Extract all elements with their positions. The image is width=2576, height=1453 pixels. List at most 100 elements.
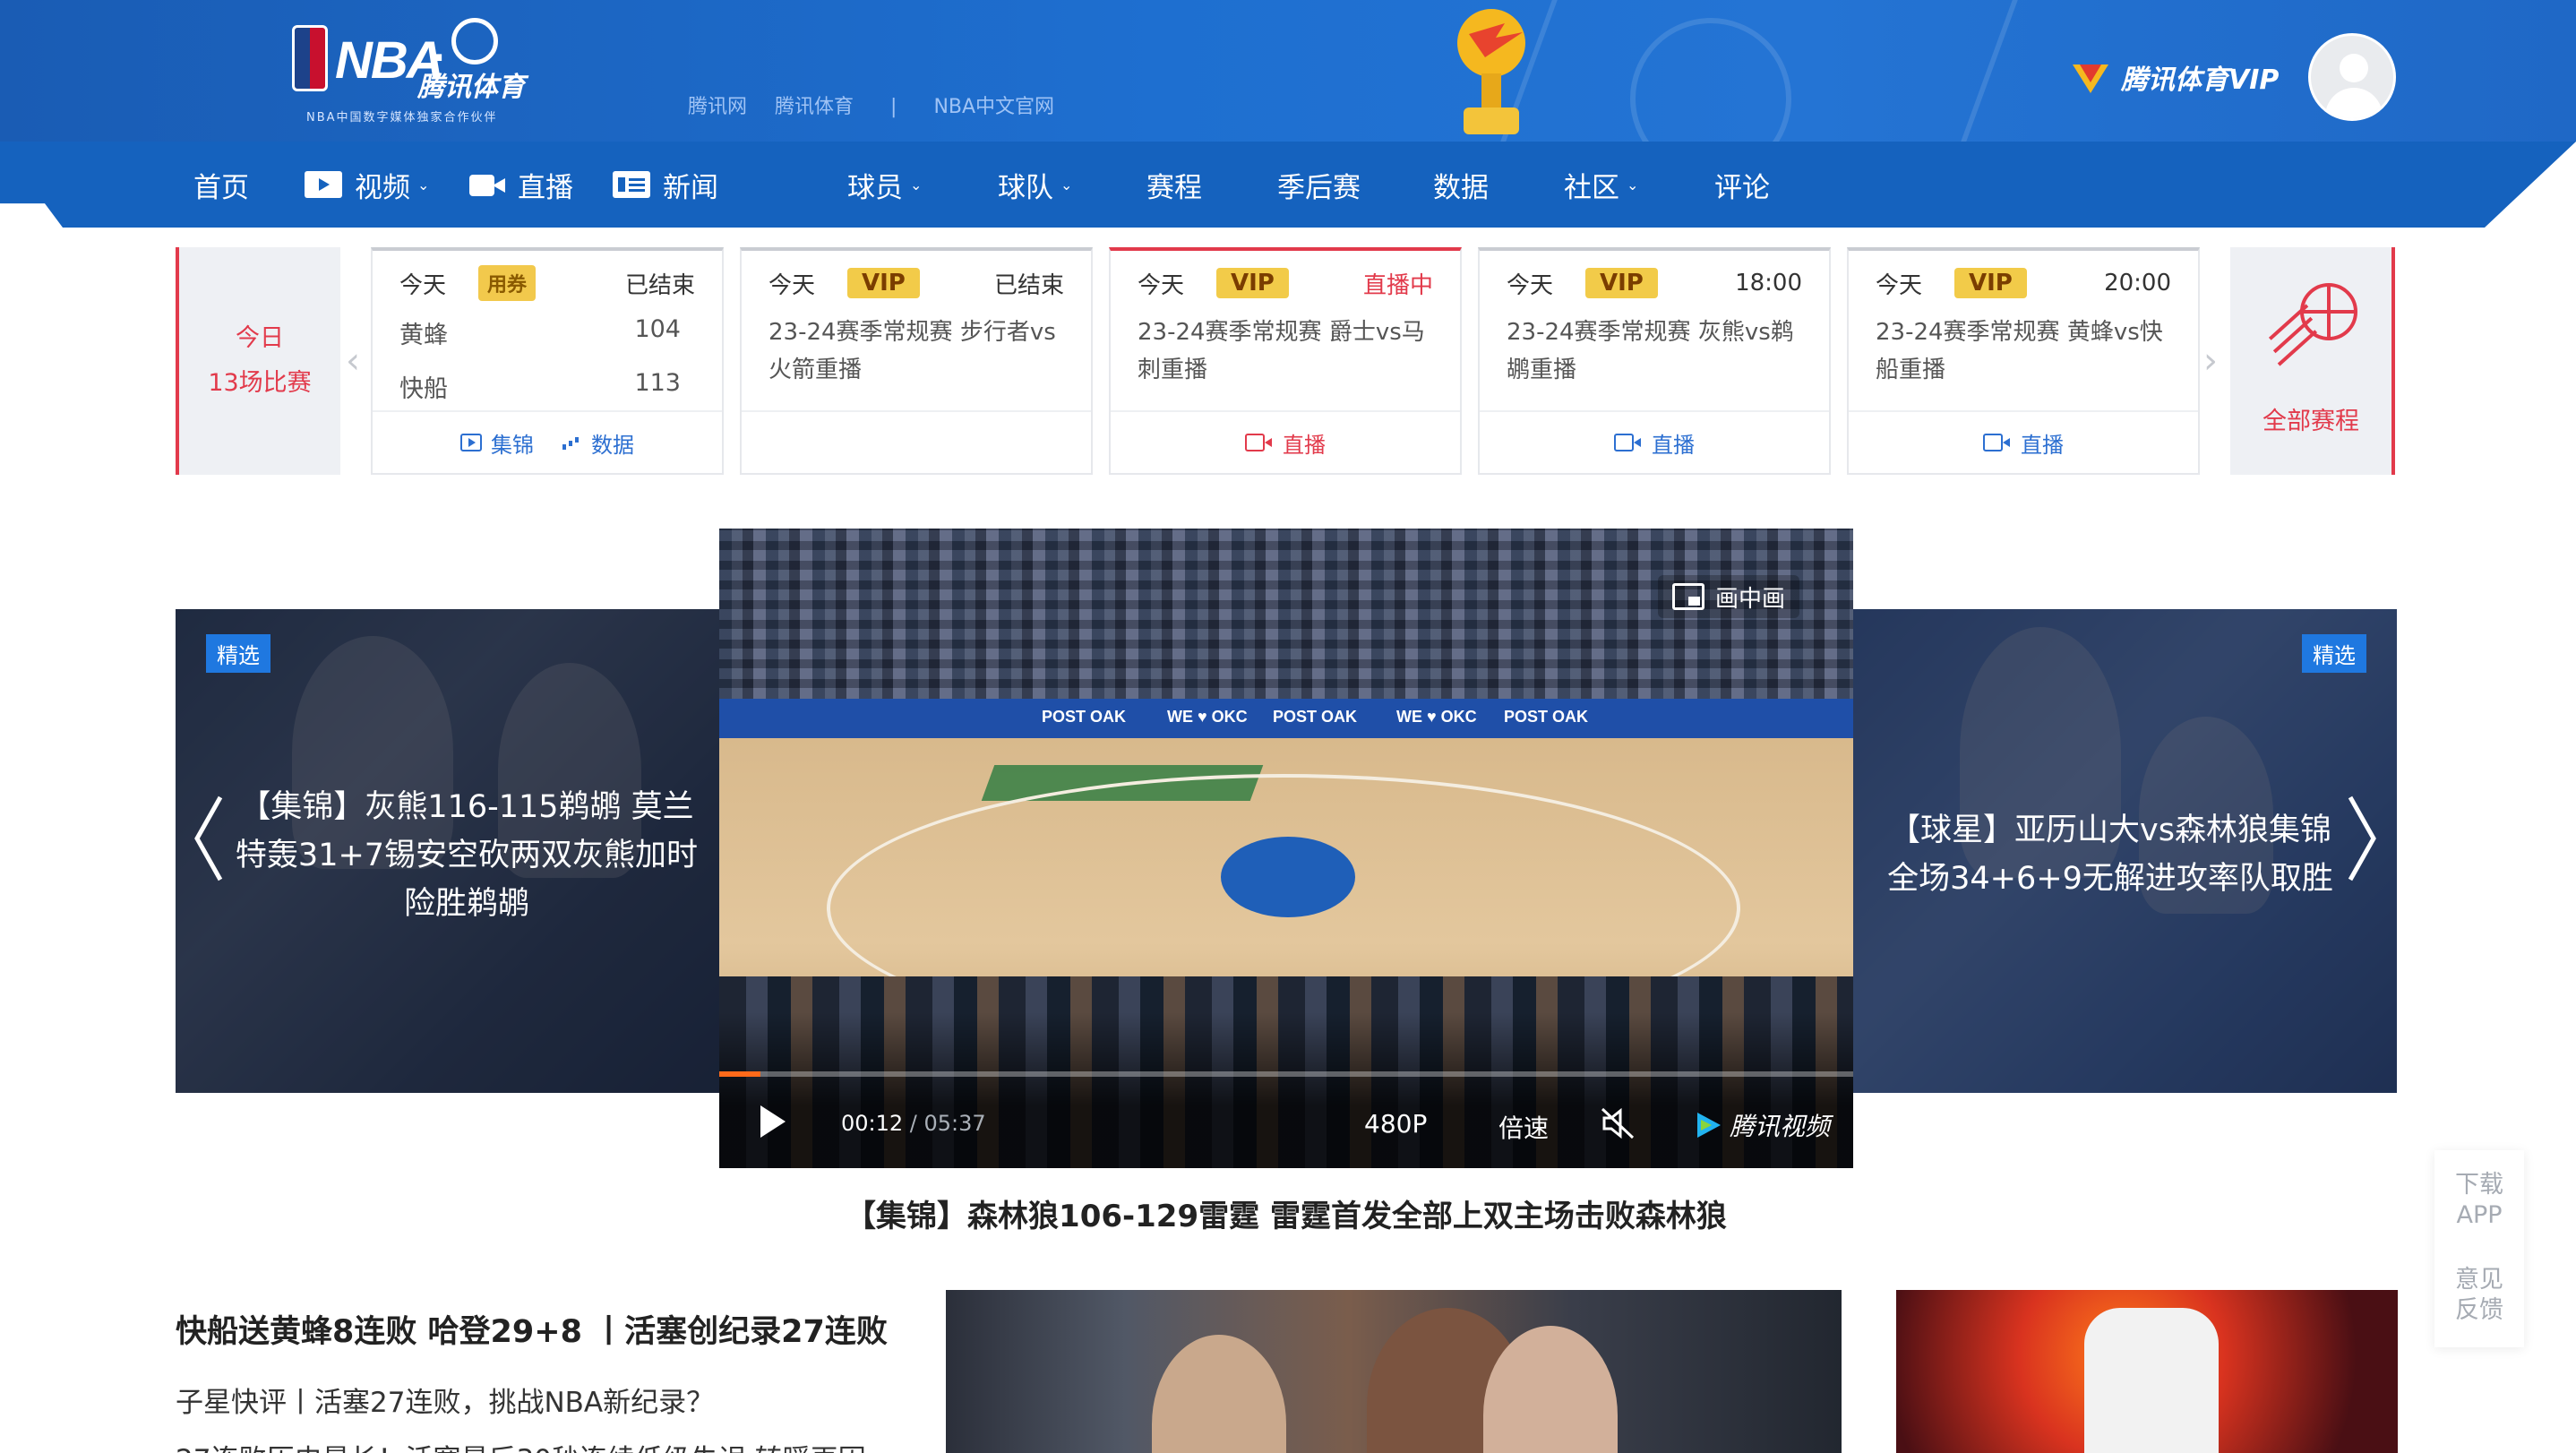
- play-icon[interactable]: [760, 1105, 786, 1138]
- schedule-next-arrow-icon[interactable]: ›: [2203, 340, 2218, 382]
- side-float-widget: 下载 APP 意见 反馈: [2434, 1150, 2524, 1347]
- camera-icon: [469, 171, 505, 198]
- vip-badge: VIP: [1216, 268, 1289, 298]
- nav-item-players[interactable]: 球员 ⌄: [847, 165, 922, 204]
- game-card-footer: [742, 410, 1091, 473]
- game-card[interactable]: 今天 VIP 18:00 23-24赛季常规赛 灰熊vs鹈鹕重播 直播: [1478, 247, 1831, 475]
- game-day: 今天: [399, 271, 447, 299]
- game-day: 今天: [1876, 271, 1923, 299]
- featured-tag: 精选: [206, 634, 270, 673]
- game-card[interactable]: 今天 VIP 已结束 23-24赛季常规赛 步行者vs火箭重播: [740, 247, 1093, 475]
- video-player[interactable]: POST OAK WE ♥ OKC POST OAK WE ♥ OKC POST…: [719, 529, 1853, 1168]
- download-label: APP: [2456, 1201, 2503, 1229]
- nav-label: 数据: [1433, 171, 1489, 204]
- time-separator: /: [903, 1111, 924, 1136]
- game-status: 直播中: [1362, 271, 1433, 299]
- vip-badge: VIP: [1954, 268, 2027, 298]
- nav-item-live[interactable]: 直播: [469, 165, 573, 204]
- tencent-sports-icon: [451, 18, 498, 64]
- video-progress-bar[interactable]: [719, 1071, 1853, 1077]
- nav-label: 季后赛: [1277, 171, 1361, 204]
- carousel-slide-left[interactable]: 精选 【集锦】灰熊116-115鹈鹕 莫兰特轰31+7锡安空砍两双灰熊加时险胜鹈…: [176, 609, 720, 1093]
- nav-item-home[interactable]: 首页: [193, 165, 249, 204]
- stats-link[interactable]: 数据: [591, 427, 634, 459]
- nav-item-comments[interactable]: 评论: [1714, 165, 1770, 204]
- game-card-header: 今天 VIP 已结束: [769, 263, 1064, 303]
- tournament-thumbnail[interactable]: [1896, 1290, 2398, 1453]
- nav-item-news[interactable]: 新闻: [613, 165, 718, 204]
- today-label: 今日: [236, 324, 284, 352]
- picture-in-picture-button[interactable]: 画中画: [1658, 575, 1800, 618]
- game-title: 23-24赛季常规赛 步行者vs火箭重播: [769, 319, 1056, 383]
- live-camera-icon: [1245, 434, 1272, 451]
- link-nba-china[interactable]: NBA中文官网: [933, 96, 1054, 118]
- team-score: 104: [634, 315, 681, 343]
- feedback-label: 意见: [2455, 1266, 2503, 1294]
- game-card[interactable]: 今天 VIP 20:00 23-24赛季常规赛 黄蜂vs快船重播 直播: [1847, 247, 2200, 475]
- live-link[interactable]: 直播: [1283, 427, 1326, 459]
- game-time: 18:00: [1735, 270, 1802, 297]
- nav-label: 赛程: [1146, 171, 1202, 204]
- game-card[interactable]: 今天 用券 已结束 黄蜂 104 快船 113 集锦 数据: [371, 247, 724, 475]
- trophy-icon: [1457, 9, 1525, 134]
- ad-text: POST OAK: [1504, 708, 1589, 726]
- nav-item-community[interactable]: 社区 ⌄: [1564, 165, 1638, 204]
- header-banner: NBA · 腾讯体育 NBA中国数字媒体独家合作伙伴 腾讯网 腾讯体育 | NB…: [0, 0, 2576, 142]
- highlights-icon: [460, 434, 482, 451]
- highlights-link[interactable]: 集锦: [491, 427, 534, 459]
- link-tencent-sports[interactable]: 腾讯体育: [775, 96, 854, 118]
- jersey-graphic: [2084, 1308, 2219, 1453]
- nav-item-stats[interactable]: 数据: [1433, 165, 1489, 204]
- news-headline[interactable]: 快船送黄蜂8连败 哈登29+8 丨活塞创纪录27连败: [176, 1306, 888, 1352]
- schedule-prev-arrow-icon[interactable]: ‹: [346, 340, 360, 382]
- nav-label: 新闻: [663, 171, 718, 204]
- ad-text: POST OAK: [1273, 708, 1358, 726]
- mute-icon[interactable]: [1601, 1107, 1636, 1139]
- all-schedule-label: 全部赛程: [2263, 408, 2359, 435]
- video-caption[interactable]: 【集锦】森林狼106-129雷霆 雷霆首发全部上双主场击败森林狼: [719, 1191, 1853, 1235]
- carousel-next-icon[interactable]: [2343, 794, 2379, 883]
- nav-item-schedule[interactable]: 赛程: [1146, 165, 1202, 204]
- stats-icon: [561, 434, 582, 451]
- video-progress-fill: [719, 1071, 760, 1077]
- tencent-sports-text: 腾讯体育: [417, 72, 525, 103]
- all-schedule-button[interactable]: 全部赛程: [2230, 247, 2395, 475]
- feedback-label: 反馈: [2455, 1296, 2503, 1324]
- featured-tag: 精选: [2302, 634, 2366, 673]
- resolution-button[interactable]: 480P: [1364, 1109, 1427, 1139]
- nav-label: 球员: [847, 171, 903, 204]
- game-card[interactable]: 今天 VIP 直播中 23-24赛季常规赛 爵士vs马刺重播 直播: [1109, 247, 1462, 475]
- ad-text: WE ♥ OKC: [1396, 708, 1477, 726]
- feedback-button[interactable]: 意见 反馈: [2434, 1265, 2524, 1326]
- carousel-prev-icon[interactable]: [192, 794, 228, 883]
- nav-item-teams[interactable]: 球队 ⌄: [998, 165, 1072, 204]
- game-status: 已结束: [624, 271, 695, 299]
- live-link[interactable]: 直播: [2021, 427, 2064, 459]
- live-link[interactable]: 直播: [1652, 427, 1695, 459]
- download-app-button[interactable]: 下载 APP: [2434, 1170, 2524, 1231]
- today-games-summary[interactable]: 今日 13场比赛: [176, 247, 340, 475]
- total-time: 05:37: [923, 1111, 986, 1136]
- speed-button[interactable]: 倍速: [1498, 1109, 1549, 1145]
- download-label: 下载: [2455, 1171, 2503, 1199]
- user-avatar[interactable]: [2308, 33, 2396, 121]
- news-item[interactable]: 27连败历史最长！活塞最后30秒连续低级失误 转瞬再因: [176, 1437, 866, 1453]
- nav-label: 评论: [1714, 171, 1770, 204]
- news-thumbnail[interactable]: [946, 1290, 1842, 1453]
- news-item[interactable]: 子星快评丨活塞27连败，挑战NBA新纪录？: [176, 1380, 714, 1420]
- vip-badge: VIP: [1585, 268, 1658, 298]
- live-camera-icon: [1983, 434, 2010, 451]
- game-card-header: 今天 VIP 20:00: [1876, 263, 2171, 303]
- tencent-video-brand[interactable]: 腾讯视频: [1694, 1107, 1830, 1143]
- top-links: 腾讯网 腾讯体育 | NBA中文官网: [688, 90, 1076, 119]
- carousel-slide-right[interactable]: 精选 【球星】亚历山大vs森林狼集锦 全场34+6+9无解进攻率队取胜: [1852, 609, 2397, 1093]
- game-card-header: 今天 用券 已结束: [399, 263, 695, 303]
- nav-item-playoffs[interactable]: 季后赛: [1277, 165, 1361, 204]
- team-name: 快船: [399, 375, 448, 403]
- site-logo[interactable]: NBA · 腾讯体育 NBA中国数字媒体独家合作伙伴: [292, 18, 525, 129]
- tencent-video-label: 腾讯视频: [1730, 1112, 1831, 1141]
- link-tencent[interactable]: 腾讯网: [688, 96, 747, 118]
- nav-item-video[interactable]: 视频 ⌄: [305, 165, 429, 204]
- vip-entry[interactable]: 腾讯体育VIP: [2071, 57, 2279, 97]
- game-card-footer: 直播: [1849, 410, 2198, 473]
